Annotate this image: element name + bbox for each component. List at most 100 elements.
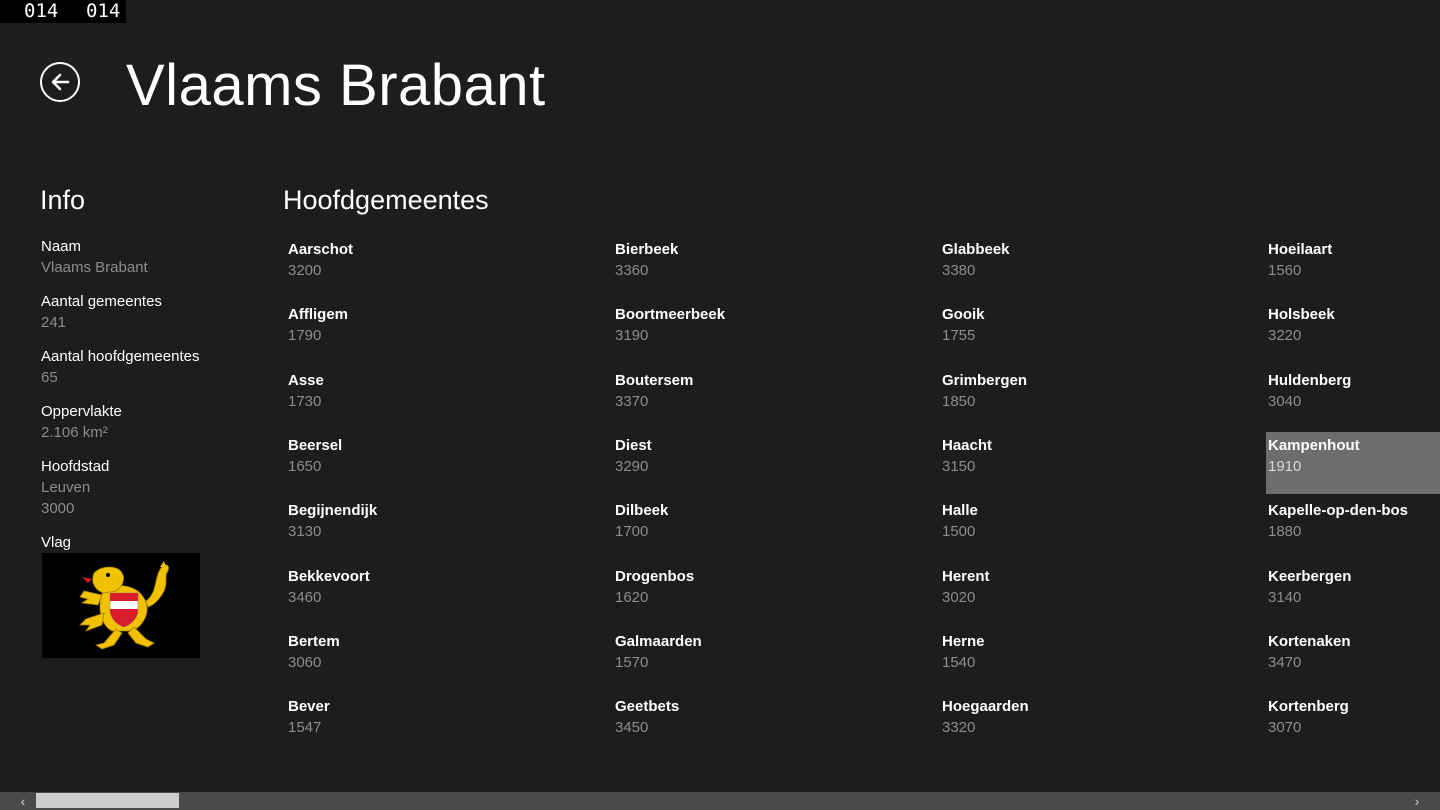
- info-label: Aantal hoofdgemeentes: [41, 348, 200, 365]
- lion-flag-image: [42, 553, 200, 658]
- municipality-name: Bertem: [288, 633, 340, 650]
- frame-counter-a: 014: [24, 0, 59, 22]
- municipality-tile[interactable]: Beersel 1650: [286, 432, 460, 494]
- province-flag: [42, 553, 200, 658]
- back-arrow-icon: [51, 73, 70, 91]
- municipality-tile[interactable]: Gooik 1755: [940, 301, 1114, 363]
- chevron-right-icon[interactable]: ›: [1408, 792, 1426, 810]
- municipality-postcode: 3040: [1268, 393, 1302, 410]
- municipality-name: Boortmeerbeek: [615, 306, 726, 323]
- municipality-name: Geetbets: [615, 698, 680, 715]
- municipality-tile[interactable]: Kapelle-op-den-bos 1880: [1266, 497, 1440, 559]
- municipality-tile[interactable]: Dilbeek 1700: [613, 497, 787, 559]
- app-page: 014 014 Vlaams Brabant Info Naam Vlaams …: [0, 0, 1440, 810]
- info-label: Vlag: [41, 534, 72, 551]
- municipality-tile[interactable]: Diest 3290: [613, 432, 787, 494]
- municipality-name: Haacht: [942, 437, 993, 454]
- municipality-tile[interactable]: Drogenbos 1620: [613, 563, 787, 625]
- municipality-tile[interactable]: Hoegaarden 3320: [940, 693, 1114, 755]
- municipality-tile[interactable]: Geetbets 3450: [613, 693, 787, 755]
- municipality-name: Diest: [615, 437, 652, 454]
- info-item-vlag: Vlag: [41, 532, 261, 553]
- municipality-postcode: 1730: [288, 393, 322, 410]
- municipality-postcode: 1650: [288, 458, 322, 475]
- info-list: Naam Vlaams Brabant Aantal gemeentes 241…: [41, 236, 261, 553]
- info-value: 65: [41, 369, 58, 386]
- municipality-postcode: 3380: [942, 262, 976, 279]
- municipality-tile[interactable]: Bierbeek 3360: [613, 236, 787, 298]
- info-label: Hoofdstad: [41, 458, 110, 475]
- municipality-tile[interactable]: Halle 1500: [940, 497, 1114, 559]
- municipality-name: Glabbeek: [942, 241, 1010, 258]
- municipality-postcode: 3070: [1268, 719, 1302, 736]
- municipality-name: Herent: [942, 568, 990, 585]
- municipality-postcode: 3470: [1268, 654, 1302, 671]
- municipality-tile[interactable]: Bertem 3060: [286, 628, 460, 690]
- info-item-aantal-gemeentes: Aantal gemeentes 241: [41, 291, 261, 333]
- municipality-postcode: 3450: [615, 719, 649, 736]
- municipality-postcode: 1620: [615, 589, 649, 606]
- municipality-tile[interactable]: Bever 1547: [286, 693, 460, 755]
- municipality-tile[interactable]: Galmaarden 1570: [613, 628, 787, 690]
- municipality-tile[interactable]: Haacht 3150: [940, 432, 1114, 494]
- municipality-tile[interactable]: Holsbeek 3220: [1266, 301, 1440, 363]
- info-item-aantal-hoofdgemeentes: Aantal hoofdgemeentes 65: [41, 346, 261, 388]
- municipality-name: Herne: [942, 633, 985, 650]
- municipality-tile[interactable]: Asse 1730: [286, 367, 460, 429]
- municipality-postcode: 1755: [942, 327, 976, 344]
- horizontal-scrollbar[interactable]: ‹ ›: [0, 792, 1440, 810]
- scrollbar-thumb[interactable]: [36, 793, 179, 808]
- info-label: Oppervlakte: [41, 403, 122, 420]
- municipality-name: Grimbergen: [942, 372, 1028, 389]
- municipality-tile[interactable]: Bekkevoort 3460: [286, 563, 460, 625]
- municipality-tile[interactable]: Kortenberg 3070: [1266, 693, 1440, 755]
- municipality-postcode: 3130: [288, 523, 322, 540]
- municipality-tile[interactable]: Boortmeerbeek 3190: [613, 301, 787, 363]
- info-value: 241: [41, 314, 67, 331]
- municipality-postcode: 3200: [288, 262, 322, 279]
- municipality-postcode: 3150: [942, 458, 976, 475]
- info-value: Vlaams Brabant: [41, 259, 148, 276]
- municipality-tile[interactable]: Affligem 1790: [286, 301, 460, 363]
- info-item-oppervlakte: Oppervlakte 2.106 km²: [41, 401, 261, 443]
- info-value: Leuven: [41, 479, 91, 496]
- info-value: 2.106 km²: [41, 424, 108, 441]
- municipality-tile[interactable]: Grimbergen 1850: [940, 367, 1114, 429]
- municipality-tile[interactable]: Herne 1540: [940, 628, 1114, 690]
- municipality-name: Kortenaken: [1268, 633, 1351, 650]
- municipality-postcode: 1560: [1268, 262, 1302, 279]
- back-button[interactable]: [40, 62, 80, 102]
- municipality-postcode: 3460: [288, 589, 322, 606]
- frame-counter-b: 014: [86, 0, 121, 22]
- info-heading: Info: [40, 185, 86, 215]
- municipality-name: Hoegaarden: [942, 698, 1029, 715]
- municipality-tile[interactable]: Glabbeek 3380: [940, 236, 1114, 298]
- municipality-tile[interactable]: Huldenberg 3040: [1266, 367, 1440, 429]
- chevron-left-icon[interactable]: ‹: [14, 792, 32, 810]
- municipality-name: Holsbeek: [1268, 306, 1335, 323]
- municipality-postcode: 1570: [615, 654, 649, 671]
- municipality-tile[interactable]: Herent 3020: [940, 563, 1114, 625]
- municipality-postcode: 1700: [615, 523, 649, 540]
- info-item-hoofdstad: Hoofdstad Leuven 3000: [41, 456, 261, 519]
- municipality-postcode: 3360: [615, 262, 649, 279]
- municipality-name: Kapelle-op-den-bos: [1268, 502, 1409, 519]
- municipality-name: Drogenbos: [615, 568, 695, 585]
- municipality-name: Hoeilaart: [1268, 241, 1333, 258]
- municipality-name: Bekkevoort: [288, 568, 370, 585]
- municipality-tile[interactable]: Aarschot 3200: [286, 236, 460, 298]
- municipality-tile[interactable]: Kortenaken 3470: [1266, 628, 1440, 690]
- municipality-tile[interactable]: Hoeilaart 1560: [1266, 236, 1440, 298]
- municipality-postcode: 3060: [288, 654, 322, 671]
- info-item-naam: Naam Vlaams Brabant: [41, 236, 261, 278]
- municipality-postcode: 3220: [1268, 327, 1302, 344]
- municipality-tile[interactable]: Keerbergen 3140: [1266, 563, 1440, 625]
- municipalities-heading: Hoofdgemeentes: [283, 185, 489, 215]
- municipality-name: Kortenberg: [1268, 698, 1349, 715]
- municipality-tile[interactable]: Begijnendijk 3130: [286, 497, 460, 559]
- municipality-postcode: 3290: [615, 458, 649, 475]
- municipality-tile[interactable]: Kampenhout 1910: [1266, 432, 1440, 494]
- municipality-postcode: 1500: [942, 523, 976, 540]
- municipality-name: Bierbeek: [615, 241, 679, 258]
- municipality-tile[interactable]: Boutersem 3370: [613, 367, 787, 429]
